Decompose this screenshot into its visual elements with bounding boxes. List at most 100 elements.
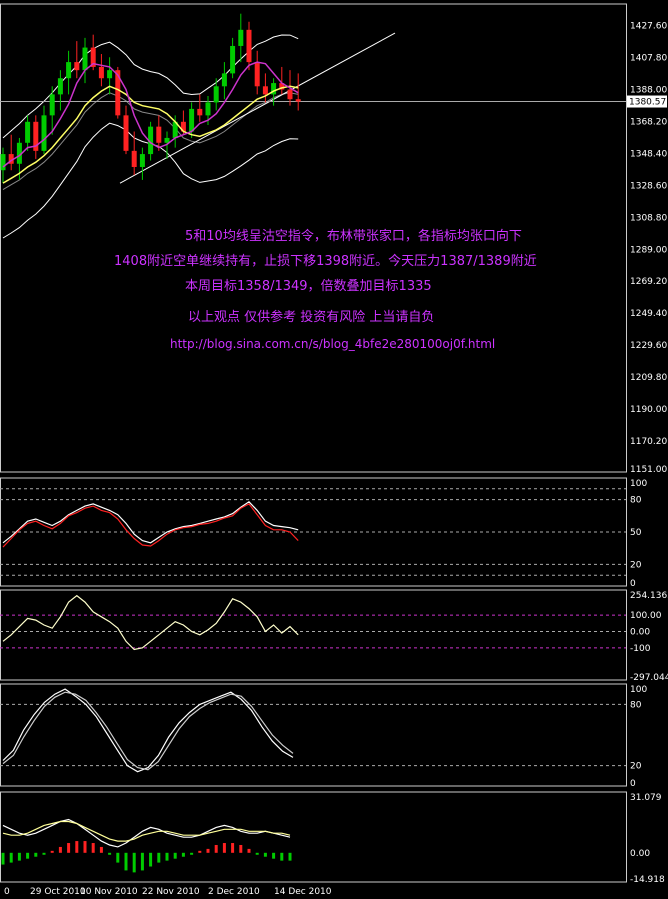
y-tick-label: 1348.40 xyxy=(630,149,667,159)
y-tick-label: 1388.00 xyxy=(630,86,667,96)
y-tick-label: 1328.60 xyxy=(630,181,667,191)
histogram-bar xyxy=(132,852,136,873)
histogram-bar xyxy=(181,852,185,857)
histogram-bar xyxy=(116,852,120,863)
y-tick-label: 1249.40 xyxy=(630,309,667,319)
x-tick-label: 22 Nov 2010 xyxy=(142,887,200,897)
histogram-bar xyxy=(1,852,5,865)
candle-body xyxy=(287,89,293,100)
annotation-line-3: 本周目标1358/1349，倍数叠加目标1335 xyxy=(185,279,432,294)
y-tick-label: 0 xyxy=(630,579,636,589)
candle-body xyxy=(123,115,129,151)
y-tick-label: 80 xyxy=(630,496,642,506)
histogram-bar xyxy=(280,852,284,861)
y-tick-label: 1190.00 xyxy=(630,405,667,415)
candle-body xyxy=(25,121,31,143)
x-tick-label: 2 Dec 2010 xyxy=(208,887,260,897)
x-tick-label: 29 Oct 2010 xyxy=(30,887,86,897)
histogram-bar xyxy=(99,846,103,853)
histogram-bar xyxy=(67,843,71,853)
candle-body xyxy=(189,108,195,132)
annotation-url[interactable]: http://blog.sina.com.cn/s/blog_4bfe2e280… xyxy=(170,337,495,351)
histogram-bar xyxy=(231,843,235,853)
y-tick-label: 100 xyxy=(630,479,647,489)
histogram-bar xyxy=(9,852,13,863)
annotation-disclaimer: 以上观点 仅供参考 投资有风险 上当请自负 xyxy=(188,310,435,325)
histogram-bar xyxy=(206,848,210,853)
candle-body xyxy=(41,115,47,151)
histogram-bar xyxy=(288,852,292,861)
histogram-bar xyxy=(247,848,251,853)
candle-body xyxy=(197,108,203,116)
candle-body xyxy=(107,70,113,79)
histogram-bar xyxy=(26,852,30,859)
histogram-bar xyxy=(75,841,79,853)
y-tick-label: 20 xyxy=(630,560,642,570)
y-tick-label: 0.00 xyxy=(630,627,650,637)
current-price-label: 1380.57 xyxy=(629,98,666,108)
histogram-bar xyxy=(83,841,87,853)
candle-body xyxy=(262,86,268,95)
y-tick-label: 254.1365 xyxy=(630,591,668,601)
histogram-bar xyxy=(255,852,259,855)
histogram-bar xyxy=(58,846,62,853)
y-tick-label: 1407.80 xyxy=(630,54,667,64)
y-tick-label: -297.044 xyxy=(630,673,668,683)
annotation-line-1: 5和10均线呈沽空指令，布林带张家口，各指标均张口向下 xyxy=(185,229,522,244)
candle-body xyxy=(295,99,301,102)
histogram-bar xyxy=(17,852,21,861)
trading-chart[interactable]: 1427.60 1407.80 1388.00 1368.20 1348.40 1328.… xyxy=(0,0,668,899)
candle-body xyxy=(139,154,145,167)
histogram-bar xyxy=(149,852,153,867)
chart-background xyxy=(0,0,668,899)
y-tick-label: 0 xyxy=(630,779,636,789)
y-tick-label: 0.00 xyxy=(630,849,650,859)
histogram-bar xyxy=(108,852,112,855)
candle-body xyxy=(238,29,244,46)
y-tick-label: 100 xyxy=(630,685,647,695)
y-tick-label: 1368.20 xyxy=(630,117,667,127)
histogram-bar xyxy=(272,852,276,859)
candle-body xyxy=(213,86,219,103)
candle-body xyxy=(131,150,137,167)
candle-body xyxy=(57,78,63,95)
histogram-bar xyxy=(34,852,38,857)
y-tick-label: 1308.80 xyxy=(630,213,667,223)
candle-body xyxy=(82,47,88,71)
histogram-bar xyxy=(165,852,169,861)
candle-body xyxy=(205,102,211,116)
histogram-bar xyxy=(214,844,218,853)
candle-body xyxy=(246,29,252,63)
y-tick-label: 1151.00 xyxy=(630,465,667,475)
y-tick-label: 1289.00 xyxy=(630,245,667,255)
histogram-bar xyxy=(222,843,226,853)
y-tick-label: 1427.60 xyxy=(630,22,667,32)
candle-body xyxy=(49,94,55,116)
x-tick-label: 10 Nov 2010 xyxy=(80,887,138,897)
histogram-bar xyxy=(91,843,95,853)
annotation-line-2: 1408附近空单继续持有，止损下移1398附近。今天压力1387/1389附近 xyxy=(114,254,537,269)
histogram-bar xyxy=(140,852,144,871)
candle-body xyxy=(98,66,104,79)
histogram-bar xyxy=(50,850,54,853)
y-tick-label: -100 xyxy=(630,644,651,654)
histogram-bar xyxy=(157,852,161,863)
x-tick-label: 14 Dec 2010 xyxy=(274,887,332,897)
y-tick-label: 20 xyxy=(630,762,642,772)
histogram-bar xyxy=(190,852,194,855)
candle-body xyxy=(254,62,260,87)
y-tick-label: 1209.80 xyxy=(630,373,667,383)
histogram-bar xyxy=(263,852,267,857)
candle-body xyxy=(66,62,72,79)
y-tick-label: 31.079 xyxy=(630,793,662,803)
histogram-bar xyxy=(173,852,177,859)
candle-body xyxy=(230,45,236,74)
y-tick-label: 80 xyxy=(630,700,642,710)
y-tick-label: 1269.20 xyxy=(630,277,667,287)
candle-body xyxy=(156,126,162,143)
y-tick-label: 100.00 xyxy=(630,611,662,621)
histogram-bar xyxy=(124,852,128,871)
candle-body xyxy=(221,73,227,87)
candle-body xyxy=(0,154,6,171)
histogram-bar xyxy=(198,850,202,853)
